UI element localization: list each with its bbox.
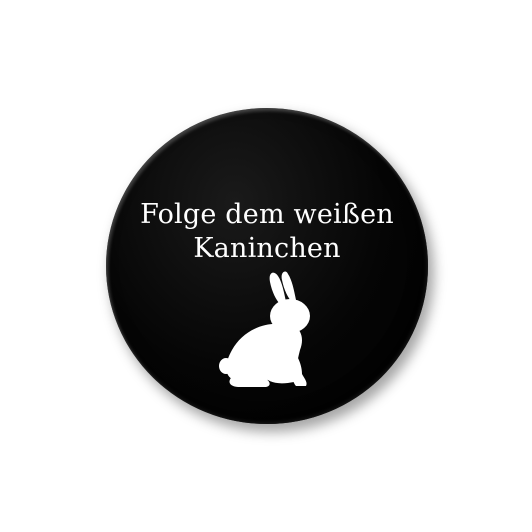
badge-text-line-1: Folge dem weißen bbox=[140, 199, 394, 230]
canvas: Folge dem weißen Kaninchen bbox=[0, 0, 532, 532]
rabbit-icon bbox=[219, 271, 310, 387]
badge-text-line-2: Kaninchen bbox=[193, 233, 341, 264]
button-badge: Folge dem weißen Kaninchen bbox=[106, 108, 428, 424]
